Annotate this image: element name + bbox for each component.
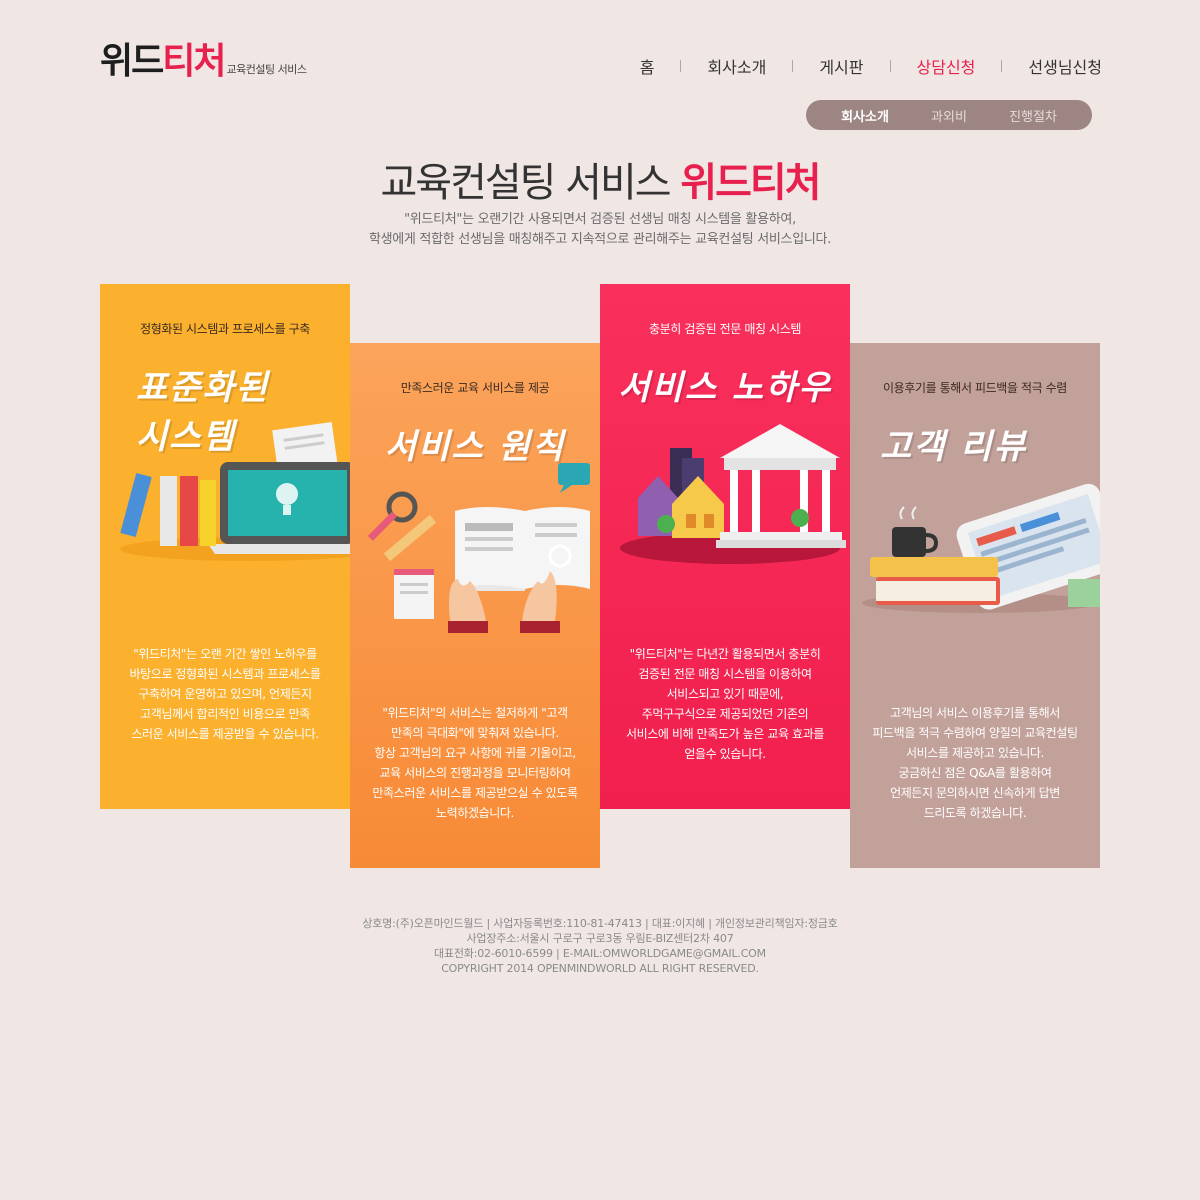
nav-item-company[interactable]: 회사소개 — [707, 54, 766, 78]
card-heading: 고객 리뷰 — [880, 427, 1027, 467]
card-description: "위드티처"는 다년간 활용되면서 충분히 검증된 전문 매칭 시스템을 이용하… — [626, 647, 824, 761]
nav-divider — [680, 60, 682, 72]
footer-company-info: 상호명:(주)오픈마인드월드 | 사업자등록번호:110-81-47413 | … — [362, 917, 838, 930]
feature-card-customer-review: 이용후기를 통해서 피드백을 적극 수렴 고객 리뷰 고객님의 서비스 이용후기… — [850, 343, 1100, 868]
tablet-coffee-icon — [862, 483, 1100, 613]
nav-item-home[interactable]: 홈 — [640, 54, 655, 78]
feature-card-standard-system: 정형화된 시스템과 프로세스를 구축 표준화된 시스템 "위드티처"는 오랜 기간… — [100, 284, 350, 809]
card-description: "위드티처"의 서비스는 철저하게 "고객 만족의 극대화"에 맞춰져 있습니다… — [372, 706, 578, 820]
site-logo[interactable]: 위드티처 교육컨설팅 서비스 — [100, 41, 307, 82]
card-description: 고객님의 서비스 이용후기를 통해서 피드백을 적극 수렴하여 양질의 교육컨설… — [872, 706, 1078, 820]
footer-copyright: COPYRIGHT 2014 OPENMINDWORLD ALL RIGHT R… — [441, 962, 759, 975]
card-description: "위드티처"는 오랜 기간 쌓인 노하우를 바탕으로 정형화된 시스템과 프로세… — [129, 647, 321, 741]
laptop-books-icon — [120, 422, 350, 561]
feature-card-service-knowhow: 충분히 검증된 전문 매칭 시스템 서비스 노하우 "위드티처"는 다년간 활용… — [600, 284, 850, 809]
footer-contact: 대표전화:02-6010-6599 | E-MAIL:OMWORLDGAME@G… — [434, 947, 766, 960]
nav-item-consult[interactable]: 상담신청 — [917, 54, 976, 78]
intro-line: "위드티처"는 오랜기간 사용되면서 검증된 선생님 매칭 시스템을 활용하여, — [404, 212, 796, 227]
footer-address: 사업장주소:서울시 구로구 구로3동 우림E-BIZ센터2차 407 — [466, 932, 734, 945]
card-heading: 서비스 노하우 — [618, 368, 832, 408]
nav-divider — [889, 60, 891, 72]
card-tagline: 이용후기를 통해서 피드백을 적극 수렴 — [883, 381, 1067, 395]
card-tagline: 정형화된 시스템과 프로세스를 구축 — [140, 322, 310, 336]
nav-divider — [792, 60, 794, 72]
sub-nav: 회사소개 과외비 진행절차 — [806, 100, 1092, 130]
town-building-icon — [620, 424, 846, 564]
page-intro: "위드티처"는 오랜기간 사용되면서 검증된 선생님 매칭 시스템을 활용하여,… — [0, 210, 1200, 250]
card-tagline: 충분히 검증된 전문 매칭 시스템 — [649, 322, 801, 336]
subnav-item-process[interactable]: 진행절차 — [1009, 106, 1057, 125]
main-nav: 홈 회사소개 게시판 상담신청 선생님신청 — [640, 54, 1102, 78]
feature-card-service-principle: 만족스러운 교육 서비스를 제공 서비스 원칙 "위드티처"의 서비스는 철저하… — [350, 343, 600, 868]
subnav-item-fee[interactable]: 과외비 — [931, 106, 967, 125]
card-tagline: 만족스러운 교육 서비스를 제공 — [400, 381, 550, 395]
nav-item-board[interactable]: 게시판 — [819, 54, 863, 78]
nav-item-teacher-apply[interactable]: 선생님신청 — [1028, 54, 1102, 78]
nav-divider — [1001, 60, 1003, 72]
intro-line: 학생에게 적합한 선생님을 매칭해주고 지속적으로 관리해주는 교육컨설팅 서비… — [368, 232, 832, 247]
site-footer: 상호명:(주)오픈마인드월드 | 사업자등록번호:110-81-47413 | … — [0, 916, 1200, 976]
open-book-hands-icon — [367, 463, 590, 633]
subnav-item-company[interactable]: 회사소개 — [841, 106, 889, 125]
logo-subtitle: 교육컨설팅 서비스 — [226, 63, 307, 76]
page-title: 교육컨설팅 서비스 위드티처 — [380, 160, 821, 206]
logo-wordmark: 위드티처 — [100, 41, 227, 82]
